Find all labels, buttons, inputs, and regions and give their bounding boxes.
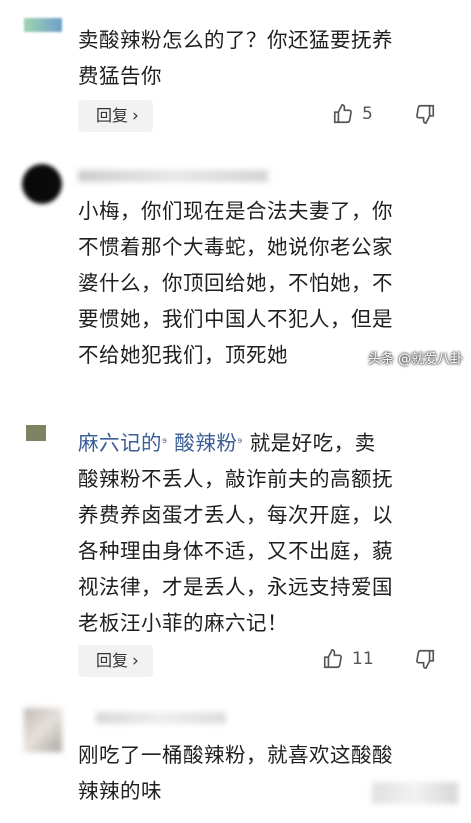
comment-line: 辣辣的味 bbox=[78, 779, 162, 803]
link-suanlafen[interactable]: 酸辣粉 bbox=[174, 431, 237, 455]
thumbs-down-icon bbox=[416, 649, 435, 669]
dislike-button-1[interactable] bbox=[414, 103, 436, 125]
watermark: 头条 @就爱八卦 bbox=[368, 352, 464, 367]
reply-button-3[interactable]: 回复 › bbox=[78, 645, 153, 677]
thumbs-up-icon bbox=[333, 104, 352, 124]
comment-line: 养费养卤蛋才丢人，每次开庭，以 bbox=[78, 503, 393, 527]
comment-segment: 就是好吃，卖 bbox=[249, 431, 376, 455]
comment-line: 婆什么，你顶回给她，不怕她，不 bbox=[78, 271, 393, 295]
search-icon[interactable]: ⁹ bbox=[237, 436, 242, 450]
comment-line: 不给她犯我们，顶死她 bbox=[78, 343, 288, 367]
blurred-region bbox=[372, 782, 458, 804]
comment-line: 要惯她，我们中国人不犯人，但是 bbox=[78, 307, 393, 331]
like-count: 11 bbox=[352, 649, 374, 669]
comment-line: 视法律，才是丢人，永远支持爱国 bbox=[78, 575, 393, 599]
thumbs-up-icon bbox=[323, 649, 342, 669]
chevron-right-icon: › bbox=[132, 651, 139, 671]
username-blurred-4 bbox=[96, 712, 226, 724]
like-count: 5 bbox=[362, 104, 373, 124]
reply-label: 回复 bbox=[96, 106, 129, 125]
avatar-1[interactable] bbox=[24, 18, 62, 32]
search-icon[interactable]: ⁹ bbox=[162, 436, 167, 450]
comment-line: 卖酸辣粉怎么的了？你还猛要抚养 bbox=[78, 28, 393, 52]
comment-line: 老板汪小菲的麻六记！ bbox=[78, 611, 288, 635]
comment-line: 费猛告你 bbox=[78, 64, 162, 88]
comment-line: 不惯着那个大毒蛇，她说你老公家 bbox=[78, 235, 393, 259]
comment-line: 酸辣粉不丢人，敲诈前夫的高额抚 bbox=[78, 467, 393, 491]
avatar-2[interactable] bbox=[22, 164, 62, 204]
reply-label: 回复 bbox=[96, 651, 129, 670]
chevron-right-icon: › bbox=[132, 106, 139, 126]
comment-line: 各种理由身体不适，又不出庭，藐 bbox=[78, 539, 393, 563]
link-mala[interactable]: 麻六记的 bbox=[78, 431, 162, 455]
username-blurred-2 bbox=[78, 170, 268, 182]
comment-line: 刚吃了一桶酸辣粉，就喜欢这酸酸 bbox=[78, 743, 393, 767]
dislike-button-3[interactable] bbox=[414, 648, 436, 670]
avatar-3[interactable] bbox=[26, 425, 46, 441]
reply-button-1[interactable]: 回复 › bbox=[78, 100, 153, 132]
like-button-1[interactable]: 5 bbox=[332, 103, 373, 125]
comment-line: 麻六记的⁹ 酸辣粉⁹ 就是好吃，卖 bbox=[78, 425, 376, 461]
avatar-4[interactable] bbox=[24, 708, 62, 752]
thumbs-down-icon bbox=[416, 104, 435, 124]
like-button-3[interactable]: 11 bbox=[322, 648, 374, 670]
comment-line: 小梅，你们现在是合法夫妻了，你 bbox=[78, 199, 393, 223]
